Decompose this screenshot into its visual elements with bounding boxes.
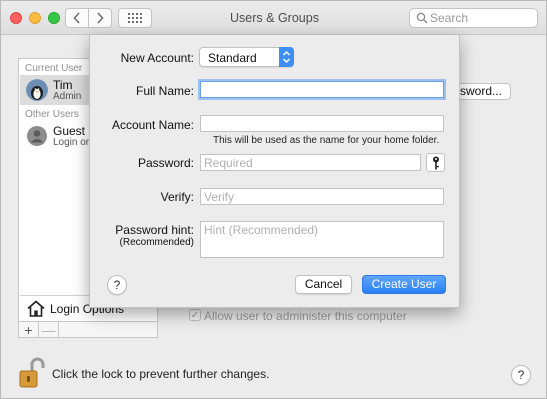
account-name-note: This will be used as the name for your h…	[213, 135, 440, 146]
verify-input[interactable]	[201, 189, 443, 204]
password-hint-label: Password hint:	[115, 223, 194, 237]
title-bar: Users & Groups	[1, 1, 546, 35]
password-hint-field[interactable]	[200, 221, 444, 258]
chevron-right-icon	[97, 12, 104, 24]
lock-button[interactable]	[19, 357, 45, 392]
verify-label: Verify:	[160, 190, 194, 204]
chevron-left-icon	[73, 12, 80, 24]
remove-user-button[interactable]: —	[39, 322, 59, 337]
full-name-field[interactable]	[200, 81, 444, 98]
search-field[interactable]	[409, 8, 538, 28]
account-name-label: Account Name:	[111, 118, 194, 132]
create-user-button[interactable]: Create User	[362, 275, 446, 294]
forward-button[interactable]	[88, 8, 112, 28]
new-account-label: New Account:	[120, 51, 194, 65]
house-icon	[27, 300, 45, 317]
search-input[interactable]	[430, 11, 534, 25]
account-type-value: Standard	[208, 51, 257, 65]
allow-admin-label: Allow user to administer this computer	[204, 309, 407, 323]
full-name-label: Full Name:	[135, 84, 194, 98]
guest-avatar-icon	[26, 125, 48, 147]
user-role: Admin	[53, 91, 82, 102]
grid-icon	[128, 12, 142, 23]
lock-status-text: Click the lock to prevent further change…	[52, 367, 270, 381]
users-groups-window: Users & Groups Current User Tim Admin Ot…	[0, 0, 547, 399]
magnifier-icon	[416, 12, 428, 24]
new-account-sheet: New Account: Standard Full Name: Account…	[89, 35, 460, 308]
password-input[interactable]	[201, 155, 420, 170]
back-button[interactable]	[65, 8, 89, 28]
avatar	[26, 79, 48, 101]
show-all-button[interactable]	[118, 8, 152, 28]
minimize-window-button[interactable]	[29, 12, 41, 24]
bottom-bar: Click the lock to prevent further change…	[1, 345, 546, 398]
current-user-label: Current User	[25, 63, 83, 74]
sheet-help-button[interactable]: ?	[107, 275, 127, 295]
user-role: Login onl	[53, 137, 94, 148]
list-buttons: + —	[18, 322, 158, 338]
zoom-window-button[interactable]	[48, 12, 60, 24]
key-icon	[432, 156, 439, 169]
other-users-label: Other Users	[25, 109, 79, 120]
unlocked-padlock-icon	[19, 357, 45, 388]
password-hint-input[interactable]	[201, 222, 443, 257]
password-assistant-button[interactable]	[426, 153, 445, 172]
cancel-button[interactable]: Cancel	[295, 275, 352, 294]
window-title: Users & Groups	[230, 11, 319, 25]
password-label: Password:	[137, 156, 194, 170]
help-button[interactable]: ?	[511, 365, 531, 385]
account-name-field[interactable]	[200, 115, 444, 132]
password-hint-sublabel: (Recommended)	[119, 237, 194, 248]
full-name-input[interactable]	[201, 82, 443, 97]
verify-field[interactable]	[200, 188, 444, 205]
password-field[interactable]	[200, 154, 421, 171]
allow-admin-checkbox[interactable]: ✓	[189, 309, 201, 321]
account-type-select[interactable]: Standard	[199, 47, 294, 67]
add-user-button[interactable]: +	[19, 322, 39, 337]
account-name-input[interactable]	[201, 116, 443, 131]
updown-chevron-icon	[279, 47, 294, 67]
user-name: Tim	[53, 78, 73, 92]
close-window-button[interactable]	[10, 12, 22, 24]
